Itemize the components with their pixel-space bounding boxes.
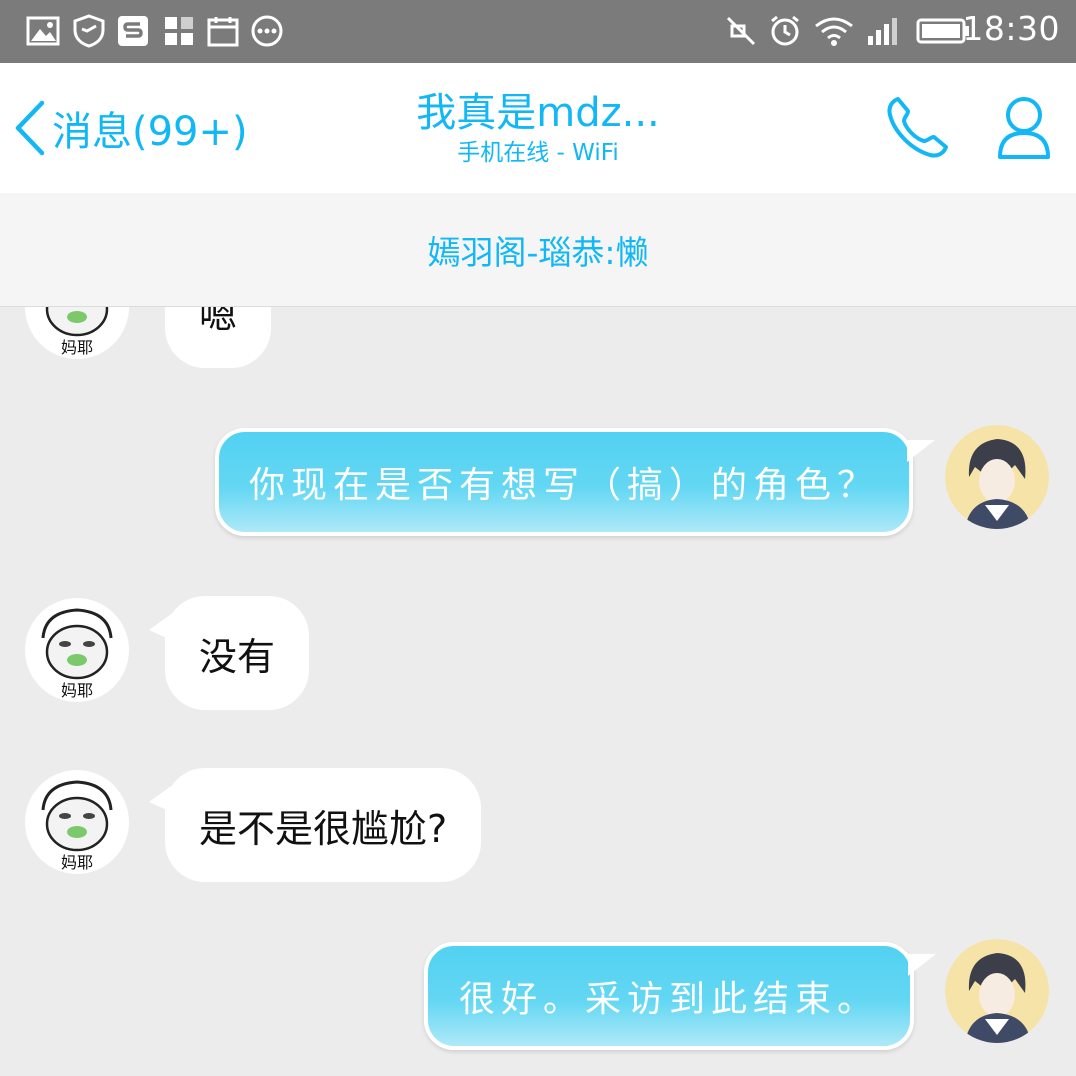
message-list[interactable]: 妈耶 嗯 你现在是否有想写（搞）的角色？ 妈耶 没有 妈耶 是不是很尴尬? 很好… (0, 0, 1076, 1076)
message-bubble-incoming[interactable]: 没有 (148, 596, 310, 710)
avatar[interactable] (945, 425, 1049, 529)
anime-boy-avatar-icon (945, 939, 1049, 1043)
avatar-label: 妈耶 (61, 681, 93, 700)
message-text: 是不是很尴尬? (199, 806, 448, 851)
meme-face-avatar-icon: 妈耶 (27, 772, 127, 872)
message-bubble-incoming[interactable]: 是不是很尴尬? (148, 768, 482, 882)
avatar[interactable]: 妈耶 (25, 598, 129, 702)
message-bubble-outgoing[interactable]: 你现在是否有想写（搞）的角色？ (215, 428, 935, 536)
avatar-label: 妈耶 (61, 338, 93, 357)
avatar[interactable]: 妈耶 (25, 770, 129, 874)
group-banner[interactable]: 嫣羽阁-瑙恭:懒 (0, 193, 1076, 307)
avatar-label: 妈耶 (61, 853, 93, 872)
message-bubble-outgoing[interactable]: 很好。采访到此结束。 (424, 942, 936, 1050)
avatar[interactable] (945, 939, 1049, 1043)
meme-face-avatar-icon: 妈耶 (27, 600, 127, 700)
group-banner-text: 嫣羽阁-瑙恭:懒 (427, 232, 649, 272)
message-text: 没有 (199, 634, 276, 679)
message-text: 你现在是否有想写（搞）的角色？ (248, 465, 879, 506)
message-text: 很好。采访到此结束。 (458, 979, 879, 1020)
anime-boy-avatar-icon (945, 425, 1049, 529)
